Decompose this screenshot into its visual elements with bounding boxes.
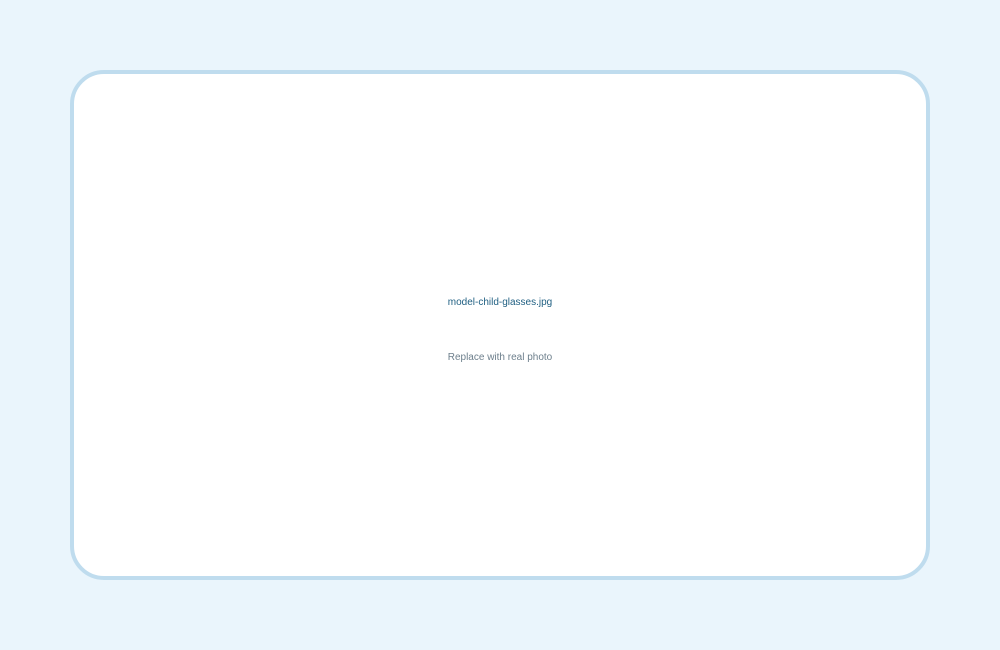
placeholder-filename: model-child-glasses.jpg: [447, 297, 553, 308]
placeholder-note: Replace with real photo: [447, 352, 553, 363]
image-placeholder-card: model-child-glasses.jpg Replace with rea…: [70, 70, 930, 580]
